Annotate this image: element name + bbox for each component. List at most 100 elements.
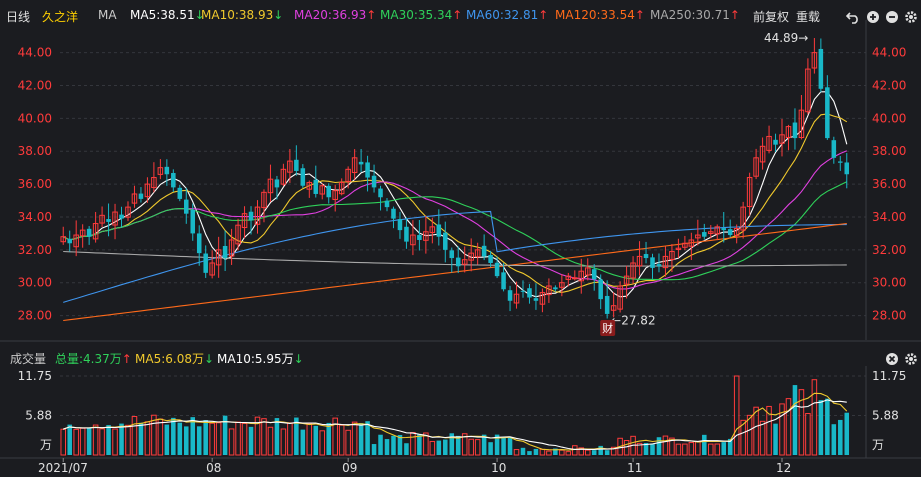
ma-legend-item: MA60:32.81↑	[466, 8, 548, 22]
volume-ma-lines	[63, 392, 848, 451]
price-tick-label: 44.00	[18, 46, 52, 60]
candle-body	[371, 175, 377, 188]
volume-bar	[151, 414, 157, 456]
volume-tick-label: 11.75	[872, 369, 906, 383]
volume-bar	[300, 429, 306, 455]
candlesticks	[60, 38, 850, 319]
volume-bar	[222, 415, 228, 455]
candle-body	[468, 252, 474, 261]
candle-body	[714, 226, 721, 235]
candle-body	[682, 242, 688, 248]
candle-body	[138, 193, 144, 199]
volume-bar	[190, 417, 196, 455]
volume-bar	[669, 437, 675, 456]
volume-bar	[565, 451, 572, 456]
volume-bar	[417, 434, 422, 455]
candle-body	[494, 262, 500, 277]
ma-legend-label: MA120:33.54	[555, 8, 635, 22]
candle-body	[759, 145, 766, 163]
volume-ma10-arrow: ↓	[293, 352, 304, 366]
volume-bar	[391, 435, 396, 455]
ma-legend-arrow: ↑	[366, 8, 377, 22]
candle-body	[319, 185, 326, 195]
candle-body	[306, 181, 313, 190]
candle-body	[222, 245, 228, 259]
volume-bar	[844, 412, 850, 455]
ma-legend-label: MA60:32.81	[466, 8, 539, 22]
volume-bar	[171, 417, 176, 455]
settings-gear-icon[interactable]	[904, 10, 918, 24]
candle-body	[177, 187, 183, 199]
candle-body	[60, 236, 67, 243]
volume-bar	[656, 437, 662, 455]
candle-body	[792, 122, 798, 139]
volume-bar	[294, 417, 299, 455]
volume-ma5-line	[63, 392, 848, 451]
candle-body	[513, 293, 520, 304]
candle-body	[125, 206, 131, 218]
candle-body	[461, 259, 468, 265]
candle-body	[695, 234, 701, 239]
close-icon[interactable]	[885, 352, 899, 366]
price-tick-label: 30.00	[872, 276, 906, 290]
candle-body	[527, 288, 532, 298]
candle-body	[650, 257, 655, 268]
volume-bar	[825, 398, 830, 455]
time-tick-label: 09	[342, 461, 357, 475]
price-tick-label: 38.00	[872, 144, 906, 158]
volume-bar	[274, 418, 280, 455]
volume-bar	[650, 444, 655, 455]
volume-bar	[494, 434, 500, 455]
ma-legend-item: MA120:33.54↑	[555, 8, 645, 22]
volume-bar	[695, 440, 701, 456]
chart-header: 日线 久之洋 MA MA5:38.51↓ MA10:38.93↓ MA20:36.9…	[0, 4, 921, 26]
candle-body	[235, 224, 241, 245]
volume-bar	[106, 425, 111, 455]
volume-bar	[785, 398, 792, 456]
price-tick-label: 36.00	[872, 177, 906, 191]
candle-body	[99, 214, 105, 224]
adjust-selector[interactable]: 前复权	[753, 8, 789, 25]
candle-body	[86, 228, 92, 237]
volume-bar	[759, 420, 766, 456]
time-tick-label: 2021/07	[38, 461, 88, 475]
volume-bar	[404, 443, 409, 455]
candle-body	[572, 277, 578, 280]
candle-body	[294, 159, 299, 171]
volume-bar	[358, 423, 364, 455]
indicator-selector[interactable]: MA	[98, 8, 117, 22]
volume-bar	[92, 424, 99, 456]
volume-bar	[702, 434, 707, 455]
candle-body	[184, 199, 189, 214]
volume-bar	[513, 449, 520, 456]
ma-legend-arrow: ↑	[634, 8, 645, 22]
zoom-out-icon[interactable]	[885, 10, 899, 24]
overlay-button[interactable]: 重载	[796, 8, 820, 25]
volume-bar	[203, 420, 208, 455]
volume-bar	[733, 375, 740, 456]
undo-icon[interactable]	[846, 10, 860, 24]
period-selector[interactable]: 日线	[6, 8, 30, 25]
candle-body	[443, 232, 448, 250]
candle-body	[474, 249, 481, 258]
zoom-in-icon[interactable]	[866, 10, 880, 24]
candle-body	[92, 223, 99, 240]
volume-bar	[397, 434, 403, 455]
volume-bar	[682, 443, 688, 456]
volume-bar	[727, 438, 733, 455]
candle-body	[643, 254, 649, 259]
stock-chart[interactable]: 44.00 42.00 40.00 38.00 36.00 34.00 32.00 30.00…	[0, 0, 921, 477]
candle-body	[604, 295, 610, 314]
volume-bar	[604, 450, 610, 455]
volume-bar	[144, 421, 151, 456]
candle-body	[488, 254, 493, 263]
volume-bar	[86, 428, 92, 455]
ma-legend-arrow: ↑	[452, 8, 463, 22]
volume-bar	[740, 419, 746, 456]
volume-bar	[539, 448, 546, 456]
volume-bar	[675, 443, 682, 456]
time-tick-label: 08	[206, 461, 221, 475]
volume-settings-icon[interactable]	[904, 352, 918, 366]
ma60-line	[63, 210, 847, 303]
volume-bar	[546, 450, 552, 456]
